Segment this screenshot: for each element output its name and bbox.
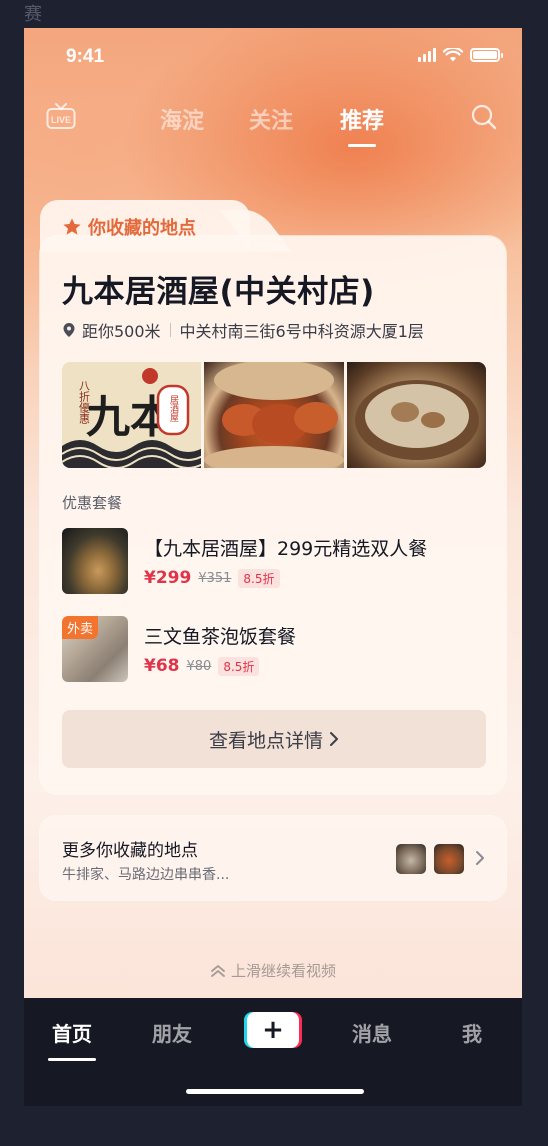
- crab-dish-image: [204, 362, 344, 468]
- chevron-right-icon: [330, 732, 338, 746]
- tab-me[interactable]: 我: [462, 1018, 482, 1047]
- place-address-row: 距你500米 中关村南三街6号中科资源大厦1层: [62, 318, 424, 342]
- place-address: 中关村南三街6号中科资源大厦1层: [179, 322, 424, 341]
- place-thumbnail: [434, 844, 464, 874]
- more-places-subtitle: 牛排家、马路边边串串香...: [62, 867, 230, 883]
- double-chevron-up-icon: [211, 964, 225, 977]
- live-label: LIVE: [51, 115, 71, 125]
- place-photos[interactable]: 八折優惠 九本 居酒屋: [62, 362, 486, 468]
- wifi-icon: [443, 48, 463, 62]
- tab-following[interactable]: 关注: [249, 103, 293, 135]
- cellular-signal-icon: [418, 48, 436, 62]
- photo-logo[interactable]: 八折優惠 九本 居酒屋: [62, 362, 202, 468]
- restaurant-logo-image: 八折優惠 九本 居酒屋: [62, 368, 202, 468]
- view-place-details-button[interactable]: 查看地点详情: [62, 710, 486, 768]
- deals-section-title: 优惠套餐: [62, 494, 123, 512]
- stew-dish-image: [354, 380, 479, 460]
- phone-screen: 9:41 LIVE 海淀 关注 推荐 你收藏的地点 九本居酒屋(中关村店) 距你…: [24, 28, 522, 1106]
- location-pin-icon: [63, 323, 75, 337]
- battery-icon: [470, 48, 503, 62]
- top-nav: LIVE 海淀 关注 推荐: [24, 98, 522, 148]
- plus-icon: +: [247, 1012, 299, 1048]
- deal-price: ¥299: [144, 568, 192, 588]
- favorite-place-card: 你收藏的地点 九本居酒屋(中关村店) 距你500米 中关村南三街6号中科资源大厦…: [40, 200, 506, 794]
- deal-discount-badge: 8.5折: [218, 656, 260, 676]
- place-name[interactable]: 九本居酒屋(中关村店): [62, 266, 375, 311]
- more-favorite-places[interactable]: 更多你收藏的地点 牛排家、马路边边串串香...: [40, 816, 506, 900]
- deal-original-price: ¥351: [198, 570, 232, 586]
- favorite-header-label: 你收藏的地点: [88, 218, 196, 239]
- chevron-right-icon: [476, 851, 484, 865]
- takeout-badge: 外卖: [62, 616, 99, 639]
- deal-title: 三文鱼茶泡饭套餐: [144, 626, 297, 648]
- corner-glyph: 赛: [24, 4, 42, 25]
- more-places-title: 更多你收藏的地点: [62, 841, 198, 861]
- deal-thumbnail: [62, 528, 128, 594]
- create-post-button[interactable]: +: [244, 1012, 302, 1048]
- search-icon[interactable]: [470, 103, 498, 131]
- deal-discount-badge: 8.5折: [238, 568, 280, 588]
- star-icon: [63, 218, 81, 235]
- deal-price: ¥68: [144, 656, 180, 676]
- swipe-up-hint: 上滑继续看视频: [24, 960, 522, 981]
- deal-original-price: ¥80: [186, 658, 212, 674]
- detail-button-label: 查看地点详情: [208, 729, 323, 752]
- tab-home[interactable]: 首页: [48, 1018, 96, 1061]
- status-icons: [418, 48, 503, 62]
- deal-price-row: ¥68 ¥80 8.5折: [144, 656, 260, 676]
- divider: [169, 323, 171, 337]
- deal-price-row: ¥299 ¥351 8.5折: [144, 568, 280, 588]
- status-time: 9:41: [66, 46, 105, 67]
- home-indicator: [186, 1089, 364, 1094]
- favorite-header: 你收藏的地点: [62, 214, 196, 240]
- live-icon[interactable]: LIVE: [46, 102, 76, 130]
- deal-title: 【九本居酒屋】299元精选双人餐: [144, 538, 428, 560]
- deal-item[interactable]: 外卖 三文鱼茶泡饭套餐 ¥68 ¥80 8.5折: [62, 616, 486, 682]
- tab-haidian[interactable]: 海淀: [160, 103, 204, 135]
- logo-lantern-text: 居酒屋: [168, 395, 179, 423]
- deal-thumbnail: 外卖: [62, 616, 128, 682]
- photo-crabs[interactable]: [204, 362, 344, 468]
- place-distance: 距你500米: [82, 322, 161, 341]
- tab-friends[interactable]: 朋友: [152, 1018, 192, 1047]
- deal-item[interactable]: 【九本居酒屋】299元精选双人餐 ¥299 ¥351 8.5折: [62, 528, 486, 594]
- place-thumbnail: [396, 844, 426, 874]
- swipe-hint-label: 上滑继续看视频: [230, 962, 336, 980]
- photo-stew[interactable]: [346, 362, 486, 468]
- tab-messages[interactable]: 消息: [352, 1018, 392, 1047]
- bottom-tab-bar: 首页 朋友 + 消息 我: [24, 998, 522, 1106]
- status-bar: 9:41: [24, 28, 522, 88]
- tab-recommended[interactable]: 推荐: [340, 103, 384, 147]
